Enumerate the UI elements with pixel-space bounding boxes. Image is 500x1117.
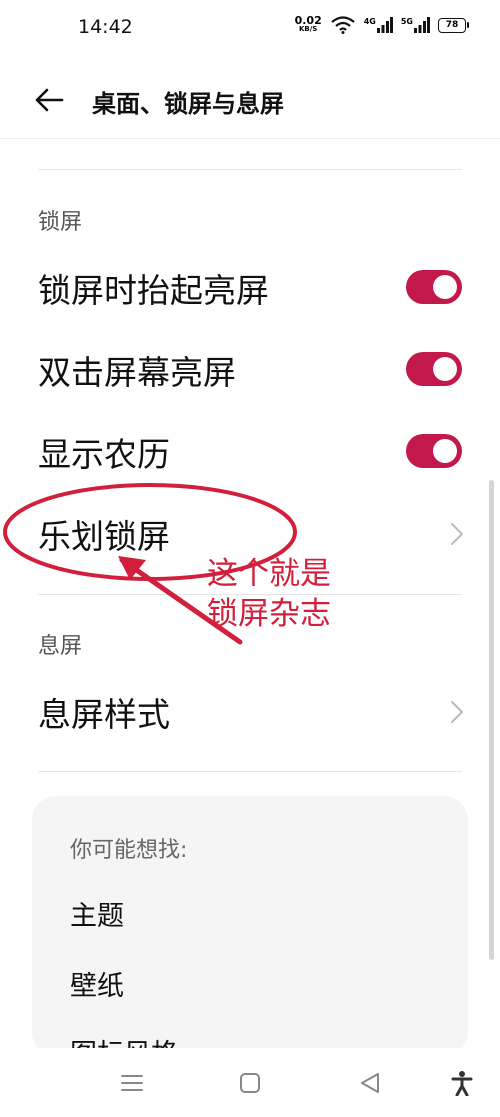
header: 桌面、锁屏与息屏	[0, 64, 500, 136]
divider	[38, 169, 462, 170]
suggestion-item[interactable]: 主题	[70, 894, 124, 933]
setting-label: 息屏样式	[38, 695, 170, 734]
signal-bars-icon	[414, 17, 430, 33]
setting-row-double-tap-wake[interactable]: 双击屏幕亮屏	[0, 338, 500, 398]
navigation-bar	[0, 1048, 500, 1117]
status-icons: 0.02 KB/S 4G 5G 78	[294, 14, 469, 34]
chevron-right-icon	[451, 523, 463, 545]
network-speed: 0.02 KB/S	[294, 14, 322, 34]
accessibility-icon[interactable]	[448, 1070, 476, 1096]
setting-row-raise-to-wake[interactable]: 锁屏时抬起亮屏	[0, 256, 500, 316]
status-bar: 14:42 0.02 KB/S 4G 5G 78	[0, 0, 500, 56]
status-time: 14:42	[78, 16, 133, 38]
section-label-lock-screen: 锁屏	[38, 210, 83, 235]
lunar-calendar-toggle[interactable]	[406, 434, 462, 468]
back-arrow-icon[interactable]	[34, 86, 64, 114]
raise-to-wake-toggle[interactable]	[406, 270, 462, 304]
suggestions-heading: 你可能想找:	[70, 838, 188, 863]
divider	[38, 771, 462, 772]
page-title: 桌面、锁屏与息屏	[92, 90, 284, 118]
scrollbar[interactable]	[489, 480, 494, 960]
suggestions-card: 你可能想找: 主题 壁纸 图标风格	[32, 796, 468, 1070]
signal-bars-icon	[376, 17, 393, 33]
signal-5g: 5G	[401, 17, 430, 33]
menu-icon[interactable]	[118, 1070, 146, 1096]
setting-row-lunar-calendar[interactable]: 显示农历	[0, 420, 500, 480]
chevron-right-icon	[451, 701, 463, 723]
wifi-icon	[331, 16, 355, 34]
annotation-text-line2: 锁屏杂志	[207, 596, 331, 632]
network-speed-value: 0.02	[294, 14, 322, 27]
battery-icon: 78	[438, 17, 469, 33]
setting-label: 双击屏幕亮屏	[38, 353, 236, 392]
setting-label: 显示农历	[38, 435, 170, 474]
setting-label: 锁屏时抬起亮屏	[38, 271, 269, 310]
back-triangle-icon[interactable]	[356, 1070, 384, 1096]
network-speed-unit: KB/S	[298, 25, 318, 33]
header-divider	[0, 138, 500, 139]
signal-4g: 4G	[364, 17, 393, 33]
setting-row-screen-off-style[interactable]: 息屏样式	[0, 680, 500, 740]
section-label-screen-off: 息屏	[38, 634, 83, 659]
double-tap-wake-toggle[interactable]	[406, 352, 462, 386]
annotation-text-line1: 这个就是	[207, 556, 331, 592]
suggestion-item[interactable]: 壁纸	[70, 964, 124, 1003]
home-square-icon[interactable]	[236, 1070, 264, 1096]
